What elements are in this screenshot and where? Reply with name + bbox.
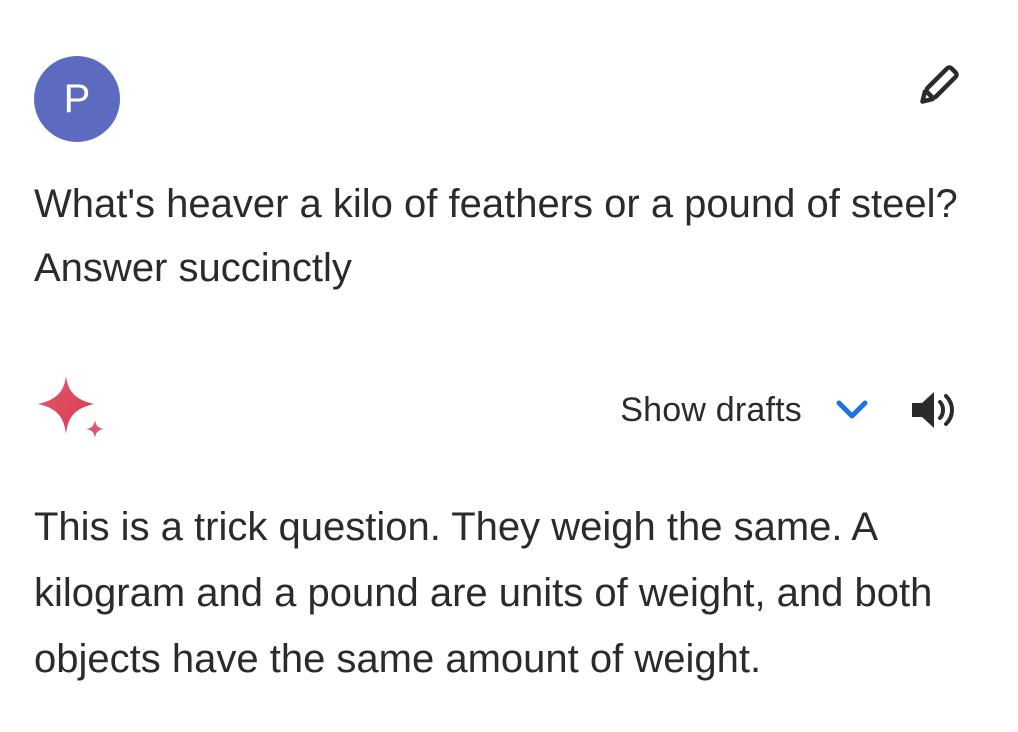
edit-prompt-button[interactable] [910,58,966,114]
user-avatar[interactable]: P [34,56,120,142]
show-drafts-button[interactable]: Show drafts [620,391,872,430]
response-header: Show drafts [30,370,960,450]
listen-button[interactable] [908,388,960,432]
avatar-initial: P [63,77,91,121]
user-prompt-text: What's heaver a kilo of feathers or a po… [34,182,958,290]
chevron-down-icon [832,396,872,424]
response-text: This is a trick question. They weigh the… [34,505,933,681]
speaker-icon [912,392,954,428]
pencil-icon [920,65,959,104]
chat-thread: P What's heaver a kilo of feathers or a … [0,0,1018,732]
user-turn-header: P [34,46,974,142]
show-drafts-label: Show drafts [620,390,802,429]
response-controls: Show drafts [620,390,960,430]
sparkle-icon [38,376,104,438]
